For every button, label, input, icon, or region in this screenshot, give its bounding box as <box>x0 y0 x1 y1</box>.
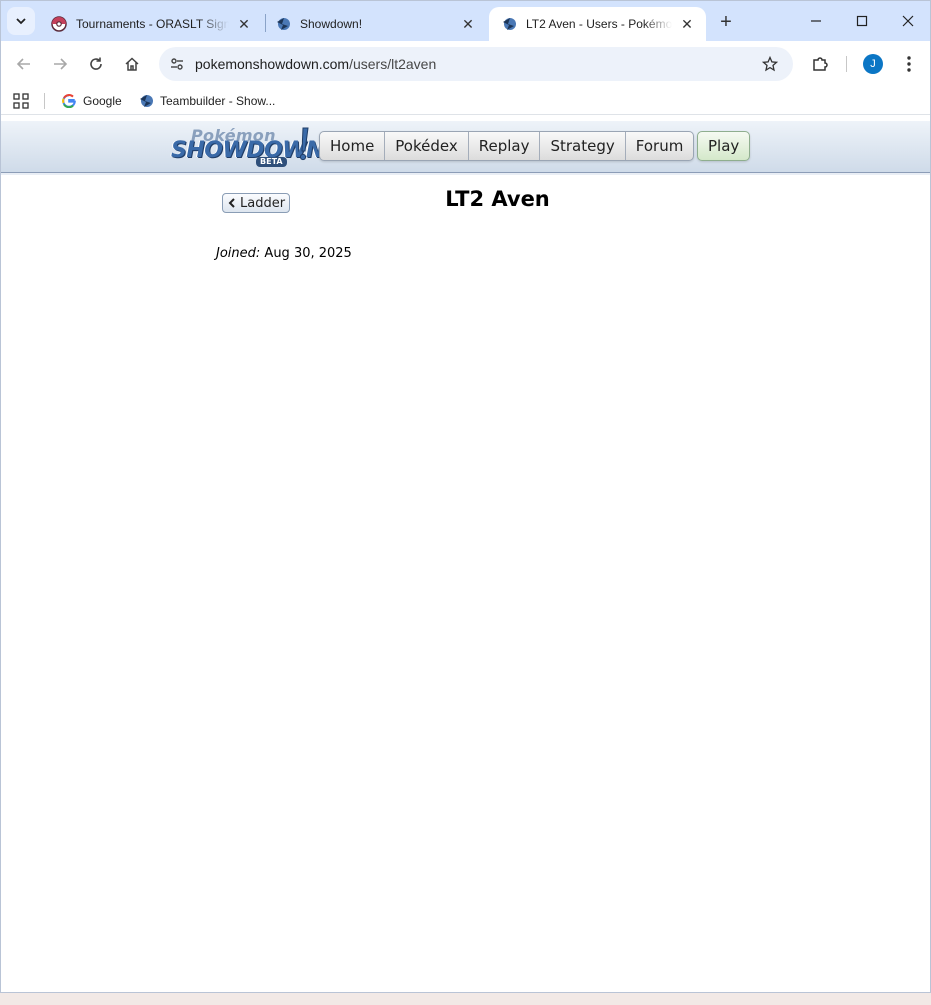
chevron-down-icon <box>16 18 26 25</box>
tab-lt2-aven[interactable]: LT2 Aven - Users - Pokémon ✕ <box>489 7 706 41</box>
url-text: pokemonshowdown.com/users/lt2aven <box>195 56 436 72</box>
pokeball-favicon-icon <box>51 16 67 32</box>
nav-pokedex[interactable]: Pokédex <box>384 132 467 160</box>
site-nav: Home Pokédex Replay Strategy Forum <box>319 131 695 161</box>
new-tab-button[interactable]: + <box>713 9 739 35</box>
google-icon <box>61 93 77 109</box>
bookmarks-divider <box>44 93 45 109</box>
showdown-favicon-icon <box>275 16 291 32</box>
tab-strip: Tournaments - ORASLT Signu ✕ Showdown! ✕… <box>1 1 930 41</box>
tab-title: Tournaments - ORASLT Signu <box>76 17 229 31</box>
joined-info: Joined: Aug 30, 2025 <box>216 246 352 261</box>
nav-home[interactable]: Home <box>320 132 384 160</box>
arrow-left-icon <box>16 58 30 70</box>
bookmarks-bar: Google Teambuilder - Show... <box>1 87 930 115</box>
nav-strategy[interactable]: Strategy <box>539 132 624 160</box>
play-button[interactable]: Play <box>697 131 751 161</box>
showdown-favicon-icon <box>138 93 154 109</box>
reload-button[interactable] <box>82 50 110 78</box>
header-divider <box>1 173 930 175</box>
toolbar-divider <box>846 56 847 72</box>
nav-forum[interactable]: Forum <box>624 132 694 160</box>
logo-exclamation-icon <box>299 127 309 161</box>
tab-tournaments[interactable]: Tournaments - ORASLT Signu ✕ <box>39 7 263 41</box>
close-icon <box>902 15 914 27</box>
close-icon[interactable]: ✕ <box>678 15 696 33</box>
profile-avatar[interactable]: J <box>863 54 883 74</box>
browser-menu-button[interactable] <box>896 50 922 78</box>
logo-beta-badge: BETA <box>256 157 287 167</box>
bookmark-google[interactable]: Google <box>61 91 122 111</box>
minimize-icon <box>811 20 821 22</box>
site-header: Pokémon SHOWDOWN BETA Home Pokédex Repla… <box>1 121 930 173</box>
showdown-logo[interactable]: Pokémon SHOWDOWN BETA <box>169 125 324 169</box>
close-window-button[interactable] <box>885 1 930 41</box>
bookmark-label: Google <box>83 94 122 108</box>
address-bar[interactable]: pokemonshowdown.com/users/lt2aven <box>159 47 793 81</box>
url-host: pokemonshowdown.com <box>195 56 350 72</box>
url-path: /users/lt2aven <box>349 56 437 72</box>
showdown-favicon-icon <box>501 16 517 32</box>
extensions-button[interactable] <box>806 50 834 78</box>
bookmark-star-icon[interactable] <box>759 53 781 75</box>
plus-icon: + <box>720 10 732 33</box>
browser-toolbar: pokemonshowdown.com/users/lt2aven J <box>1 41 930 87</box>
tab-title: LT2 Aven - Users - Pokémon <box>526 17 672 31</box>
minimize-button[interactable] <box>793 1 839 41</box>
home-button[interactable] <box>118 50 146 78</box>
tab-search-button[interactable] <box>7 7 35 35</box>
more-vertical-icon <box>907 56 911 72</box>
bookmark-label: Teambuilder - Show... <box>160 94 276 108</box>
arrow-right-icon <box>54 58 68 70</box>
close-icon[interactable]: ✕ <box>235 15 253 33</box>
home-icon <box>125 57 139 71</box>
joined-label: Joined: <box>216 246 261 261</box>
tab-title: Showdown! <box>300 17 363 31</box>
desktop-strip <box>0 993 931 1005</box>
maximize-button[interactable] <box>839 1 885 41</box>
page-viewport: Pokémon SHOWDOWN BETA Home Pokédex Repla… <box>1 121 930 992</box>
back-button[interactable] <box>10 50 38 78</box>
forward-button[interactable] <box>46 50 74 78</box>
site-settings-icon[interactable] <box>165 52 189 76</box>
joined-date: Aug 30, 2025 <box>264 246 352 261</box>
puzzle-icon <box>813 57 828 71</box>
tab-showdown[interactable]: Showdown! ✕ <box>263 7 487 41</box>
apps-grid-icon[interactable] <box>13 93 29 109</box>
nav-replay[interactable]: Replay <box>467 132 540 160</box>
close-icon[interactable]: ✕ <box>459 15 477 33</box>
browser-window: Tournaments - ORASLT Signu ✕ Showdown! ✕… <box>0 0 931 993</box>
page-title: LT2 Aven <box>445 187 550 211</box>
bookmark-teambuilder[interactable]: Teambuilder - Show... <box>138 91 275 111</box>
maximize-icon <box>856 15 868 27</box>
reload-icon <box>90 57 102 70</box>
